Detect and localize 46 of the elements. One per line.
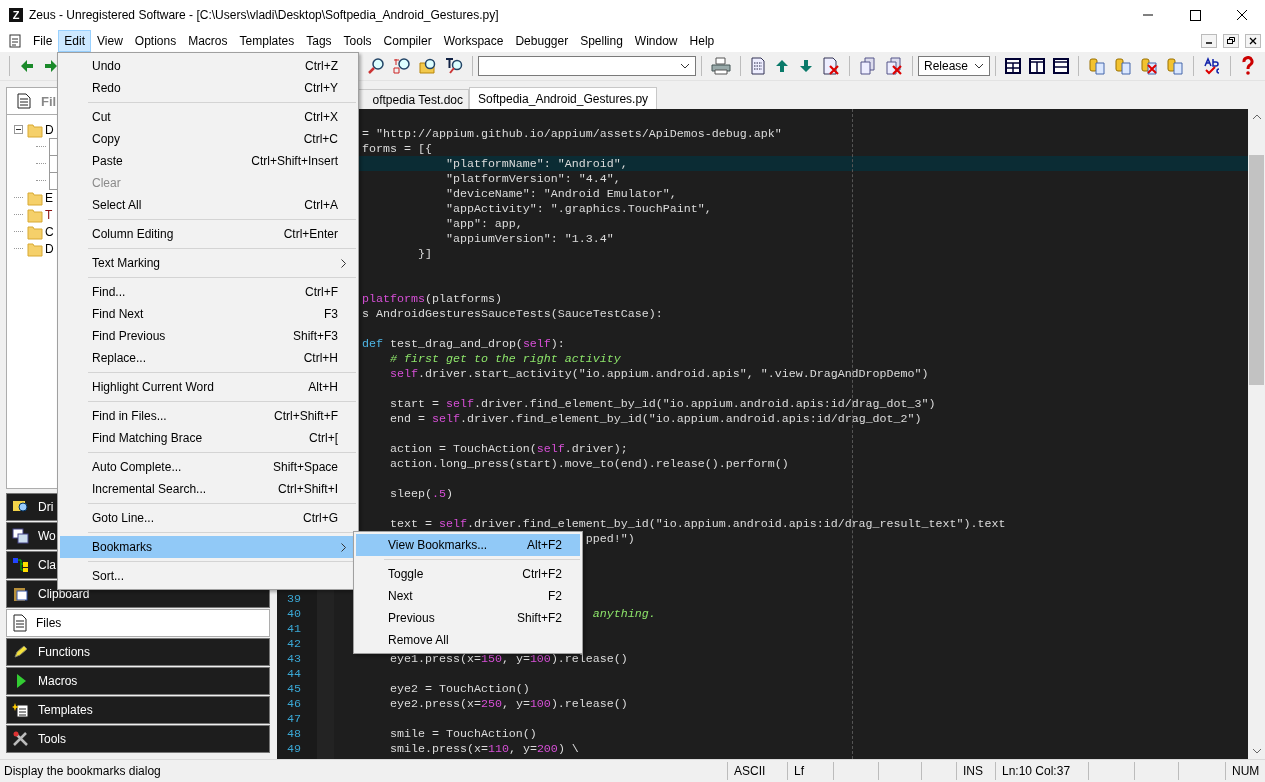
code-line: action.long_press(start).move_to(end).release().perform() xyxy=(389,456,789,471)
code-line: "platformName": "Android", xyxy=(445,156,628,171)
code-line: s AndroidGesturesSauceTests(SauceTestCase): xyxy=(361,306,663,321)
code-line: = "http://appium.github.io/appium/assets/ApiDemos-debug.apk" xyxy=(361,126,782,141)
code-line: text = self.driver.find_element_by_id("io.appium.android.apis:id/drag_result_text").text xyxy=(389,516,1006,531)
line-number: 47 xyxy=(287,711,301,726)
code-line: forms = [{ xyxy=(361,141,432,156)
code-line: eye1.press(x=150, y=100).release() xyxy=(389,651,628,666)
line-number: 39 xyxy=(287,591,301,606)
window-title: Zeus - Unregistered Software - [C:\Users\vladi\Desktop\Softpedia_Android_Gestures.py] xyxy=(29,8,500,22)
code-line: start = self.driver.find_element_by_id("io.appium.android.apis:id/drag_dot_3") xyxy=(389,396,936,411)
code-line: smile = TouchAction() xyxy=(389,726,537,741)
code-line: eye2 = TouchAction() xyxy=(389,681,530,696)
line-number: 43 xyxy=(287,651,301,666)
app-icon: Z xyxy=(9,8,23,22)
code-line: sleep(.5) xyxy=(389,486,453,501)
code-line: }] xyxy=(417,246,432,261)
line-number: 45 xyxy=(287,681,301,696)
code-line: smile.press(x=110, y=200) \ xyxy=(389,741,579,756)
status-pane: ASCII xyxy=(734,764,766,778)
code-line: pped!") xyxy=(585,531,635,546)
line-number: 42 xyxy=(287,636,301,651)
code-line: "platformVersion": "4.4", xyxy=(445,171,621,186)
code-line: action = TouchAction(self.driver); xyxy=(389,441,628,456)
line-number: 46 xyxy=(287,696,301,711)
code-line: eye2.press(x=250, y=100).release() xyxy=(389,696,628,711)
line-number: 48 xyxy=(287,726,301,741)
code-line: anything. xyxy=(592,606,656,621)
code-line: "appiumVersion": "1.3.4" xyxy=(445,231,614,246)
status-pane: Lf xyxy=(794,764,804,778)
line-number: 49 xyxy=(287,741,301,756)
code-line: def test_drag_and_drop(self): xyxy=(361,336,565,351)
code-line: self.driver.start_activity("io.appium.android.apis", ".view.DragAndDropDemo") xyxy=(389,366,929,381)
status-pane: NUM xyxy=(1232,764,1260,778)
line-number: 44 xyxy=(287,666,301,681)
code-line: end = self.driver.find_element_by_id("io.appium.android.apis:id/drag_dot_2") xyxy=(389,411,922,426)
code-line: "deviceName": "Android Emulator", xyxy=(445,186,677,201)
code-line: "appActivity": ".graphics.TouchPaint", xyxy=(445,201,712,216)
code-line: platforms(platforms) xyxy=(361,291,502,306)
line-number: 40 xyxy=(287,606,301,621)
line-number: 41 xyxy=(287,621,301,636)
code-line: # first get to the right activity xyxy=(389,351,621,366)
status-message: Display the bookmarks dialog xyxy=(3,764,162,778)
status-pane: Ln:10 Col:37 xyxy=(1002,764,1071,778)
status-pane: INS xyxy=(963,764,983,778)
code-line: "app": app, xyxy=(445,216,523,231)
